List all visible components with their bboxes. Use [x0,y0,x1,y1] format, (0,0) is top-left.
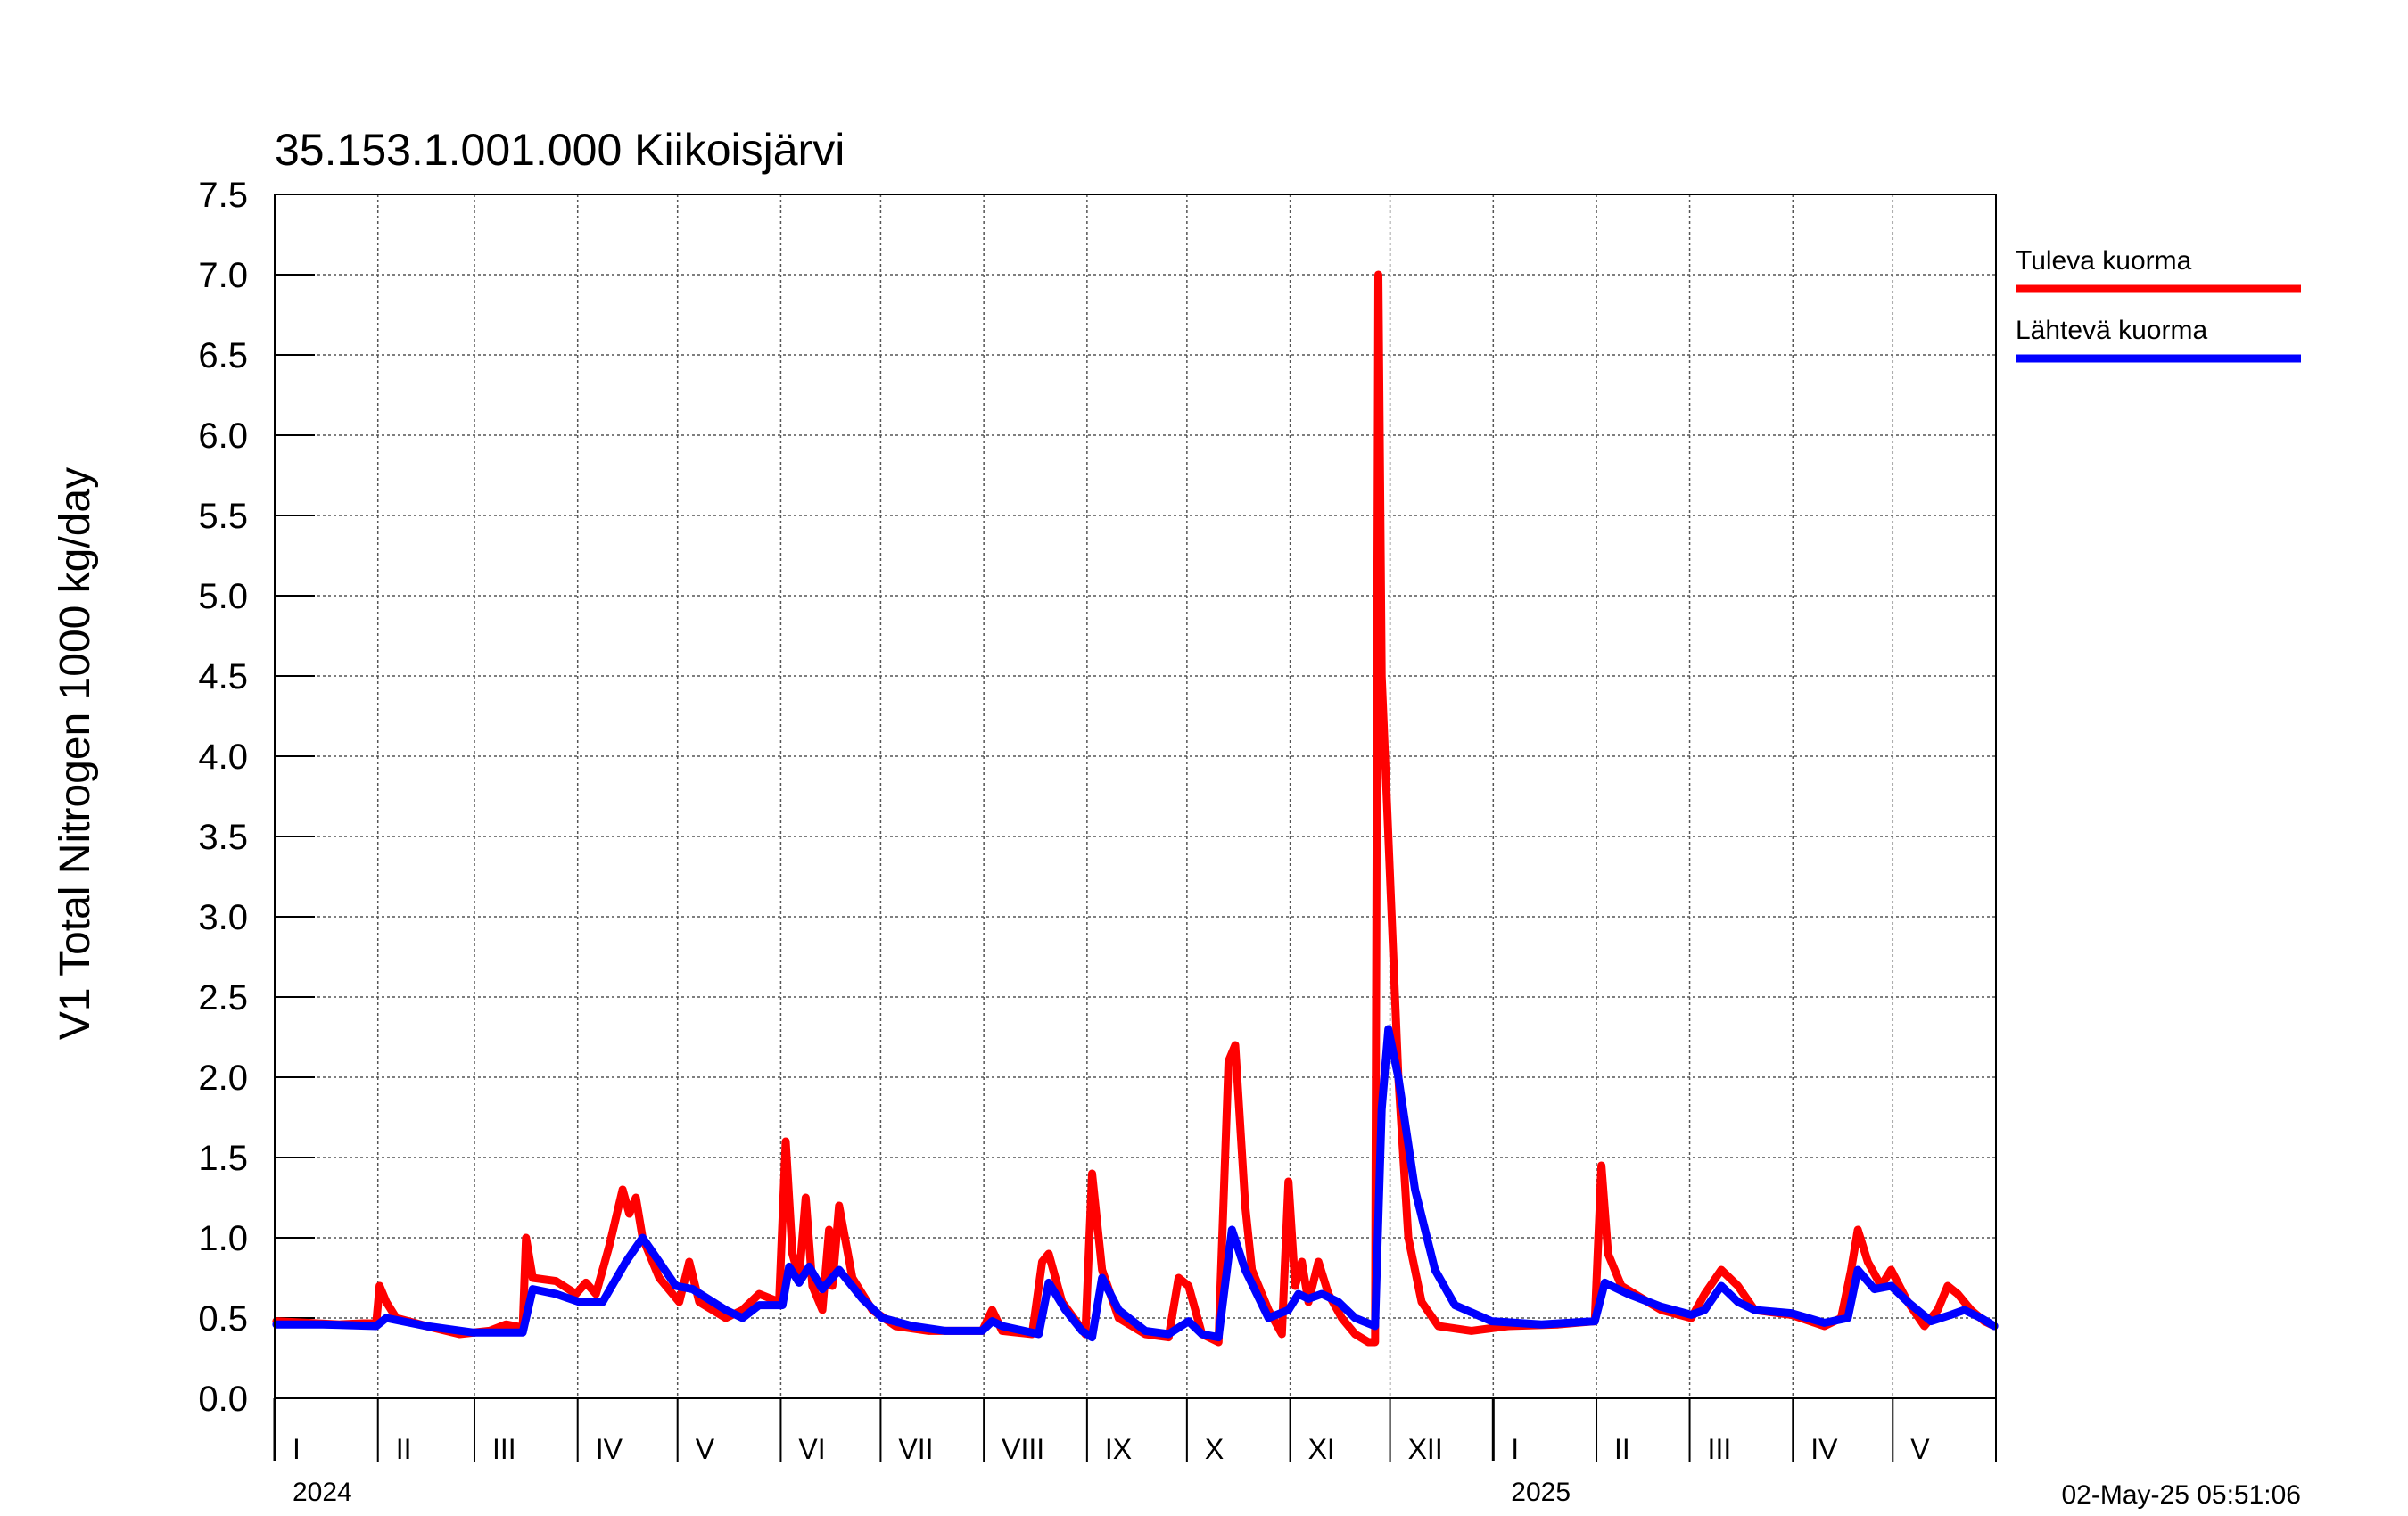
month-label: VII [898,1433,933,1465]
series-line-outflow [272,1025,1999,1342]
y-tick-label: 0.5 [198,1299,248,1339]
y-tick-label: 5.5 [198,497,248,536]
month-label: II [396,1433,412,1465]
y-tick-label: 2.0 [198,1059,248,1098]
chart-title: 35.153.1.001.000 Kiikoisjärvi [275,125,845,175]
month-label: XI [1308,1433,1335,1465]
month-label: V [1910,1433,1930,1465]
month-label: III [492,1433,516,1465]
month-label: III [1708,1433,1732,1465]
timestamp: 02-May-25 05:51:06 [2061,1480,2301,1510]
year-label: 2025 [1511,1478,1571,1507]
month-label: I [1511,1433,1519,1465]
y-tick-label: 7.0 [198,256,248,295]
y-tick-label: 1.5 [198,1139,248,1178]
x-axis: I II III IV V VI VII VIII IX X XI XII I II III IV V2024 2… [273,1398,1997,1507]
y-tick-label: 4.5 [198,657,248,696]
y-tick-label: 6.5 [198,336,248,375]
chart: 35.153.1.001.000 Kiikoisjärvi V1 Total N… [52,125,2301,1510]
y-tick-label: 6.0 [198,416,248,456]
y-axis-label: V1 Total Nitrogen 1000 kg/day [52,467,99,1040]
month-label: X [1205,1433,1224,1465]
y-tick-label: 7.5 [198,176,248,215]
month-label: II [1614,1433,1630,1465]
y-tick-label: 3.5 [198,818,248,857]
month-label: I [293,1433,301,1465]
legend: Tuleva kuorma Lähtevä kuorma [2016,246,2301,363]
month-label: XII [1408,1433,1443,1465]
y-tick-label: 4.0 [198,737,248,777]
plot-frame [274,194,1997,1399]
month-label: VI [798,1433,825,1465]
y-tick-label: 1.0 [198,1219,248,1258]
month-label: IX [1105,1433,1132,1465]
y-tick-label: 3.0 [198,898,248,937]
y-tick-label: 5.0 [198,577,248,616]
month-label: V [696,1433,715,1465]
legend-label: Tuleva kuorma [2016,246,2192,276]
legend-label: Lähtevä kuorma [2016,316,2207,345]
y-axis: 0.0 0.5 1.0 1.5 2.0 2.5 3.0 3.5 4.0 4.5 5.0 5.5 6.0 6… [198,176,315,1419]
month-label: IV [596,1433,623,1465]
y-tick-label: 0.0 [198,1380,248,1419]
month-label: IV [1810,1433,1838,1465]
y-tick-label: 2.5 [198,978,248,1018]
grid [275,194,1996,1399]
year-label: 2024 [293,1478,352,1507]
month-label: VIII [1002,1433,1044,1465]
